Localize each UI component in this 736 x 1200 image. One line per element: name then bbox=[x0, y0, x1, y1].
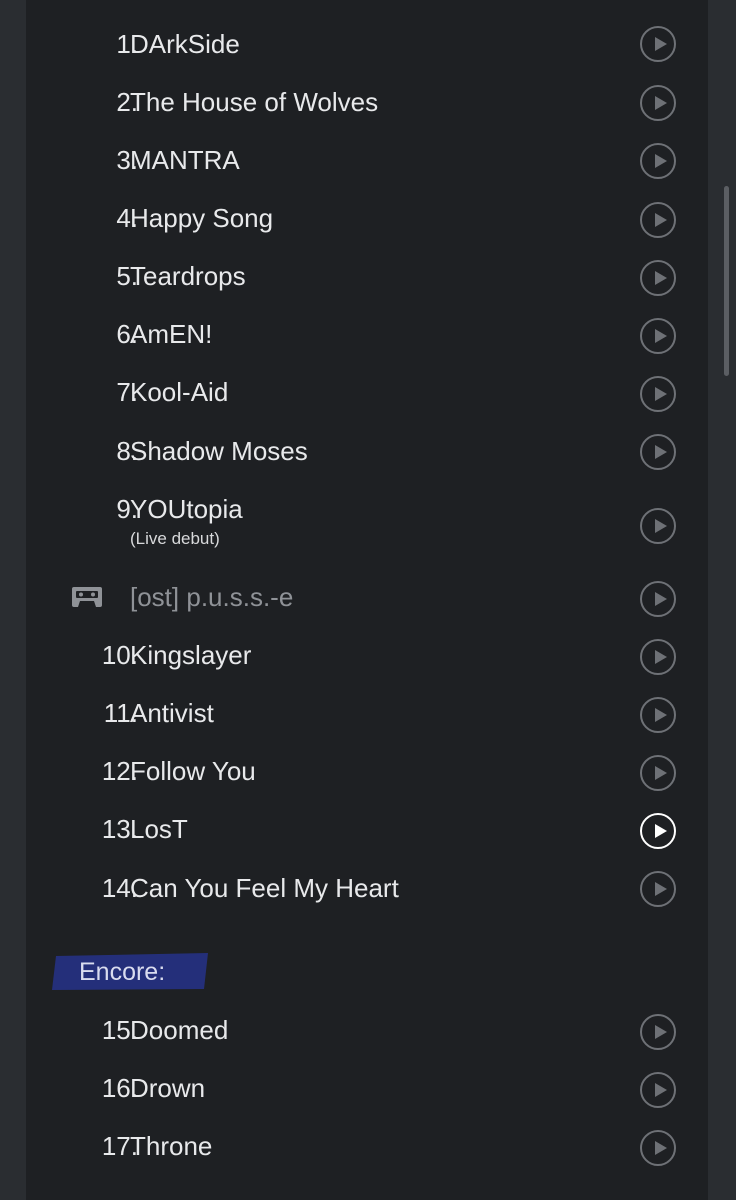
song-row-13: 13. LosT bbox=[26, 800, 708, 858]
play-circle-icon[interactable] bbox=[640, 508, 676, 544]
play-circle-icon[interactable] bbox=[640, 318, 676, 354]
song-row-10: 10. Kingslayer bbox=[26, 626, 708, 684]
play-circle-icon[interactable] bbox=[640, 697, 676, 733]
song-note: (Live debut) bbox=[130, 529, 220, 548]
play-circle-icon[interactable] bbox=[640, 434, 676, 470]
song-title: The House of Wolves bbox=[130, 87, 379, 117]
song-row-14: 14. Can You Feel My Heart bbox=[26, 859, 708, 917]
song-row-6: 6. AmEN! bbox=[26, 305, 708, 363]
encore-header: Encore: bbox=[52, 953, 210, 991]
song-title: Shadow Moses bbox=[130, 436, 308, 466]
song-title: AmEN! bbox=[130, 319, 213, 349]
play-circle-icon[interactable] bbox=[640, 260, 676, 296]
song-title: Drown bbox=[130, 1073, 206, 1103]
play-circle-icon[interactable] bbox=[640, 871, 676, 907]
play-circle-icon[interactable] bbox=[640, 202, 676, 238]
song-row-2: 2. The House of Wolves bbox=[26, 73, 708, 131]
song-title: Follow You bbox=[130, 756, 256, 786]
song-row-4: 4. Happy Song bbox=[26, 189, 708, 247]
song-row-16: 16. Drown bbox=[26, 1059, 708, 1117]
song-title: Teardrops bbox=[130, 261, 246, 291]
play-circle-icon[interactable] bbox=[640, 581, 676, 617]
song-title: LosT bbox=[130, 814, 188, 844]
song-title: Kingslayer bbox=[130, 640, 252, 670]
song-title: Can You Feel My Heart bbox=[130, 873, 399, 903]
play-circle-icon[interactable] bbox=[640, 639, 676, 675]
song-title: Kool-Aid bbox=[130, 377, 229, 407]
song-title: Happy Song bbox=[130, 203, 274, 233]
play-circle-icon[interactable] bbox=[640, 1072, 676, 1108]
song-row-15: 15. Doomed bbox=[26, 1001, 708, 1059]
tape-title: [ost] p.u.s.s.-e bbox=[130, 582, 294, 612]
cassette-tape-icon bbox=[72, 587, 102, 607]
song-row-7: 7. Kool-Aid bbox=[26, 363, 708, 421]
play-circle-icon[interactable] bbox=[640, 813, 676, 849]
play-circle-icon[interactable] bbox=[640, 1014, 676, 1050]
song-row-9: 9. YOUtopia (Live debut) bbox=[26, 480, 708, 548]
song-row-8: 8. Shadow Moses bbox=[26, 422, 708, 480]
play-circle-icon[interactable] bbox=[640, 376, 676, 412]
song-title: Doomed bbox=[130, 1015, 229, 1045]
tape-row: [ost] p.u.s.s.-e bbox=[26, 568, 708, 626]
song-title: DArkSide bbox=[130, 29, 240, 59]
song-title: Throne bbox=[130, 1131, 213, 1161]
song-row-5: 5. Teardrops bbox=[26, 247, 708, 305]
play-circle-icon[interactable] bbox=[640, 755, 676, 791]
song-row-17: 17. Throne bbox=[26, 1117, 708, 1175]
song-row-12: 12. Follow You bbox=[26, 742, 708, 800]
song-row-11: 11. Antivist bbox=[26, 684, 708, 742]
song-row-3: 3. MANTRA bbox=[26, 131, 708, 189]
scrollbar-thumb[interactable] bbox=[724, 186, 729, 376]
play-circle-icon[interactable] bbox=[640, 26, 676, 62]
song-row-1: 1. DArkSide bbox=[26, 15, 708, 73]
encore-label: Encore: bbox=[79, 958, 166, 986]
play-circle-icon[interactable] bbox=[640, 143, 676, 179]
song-title: MANTRA bbox=[130, 145, 240, 175]
song-title: Antivist bbox=[130, 698, 214, 728]
play-circle-icon[interactable] bbox=[640, 85, 676, 121]
play-circle-icon[interactable] bbox=[640, 1130, 676, 1166]
